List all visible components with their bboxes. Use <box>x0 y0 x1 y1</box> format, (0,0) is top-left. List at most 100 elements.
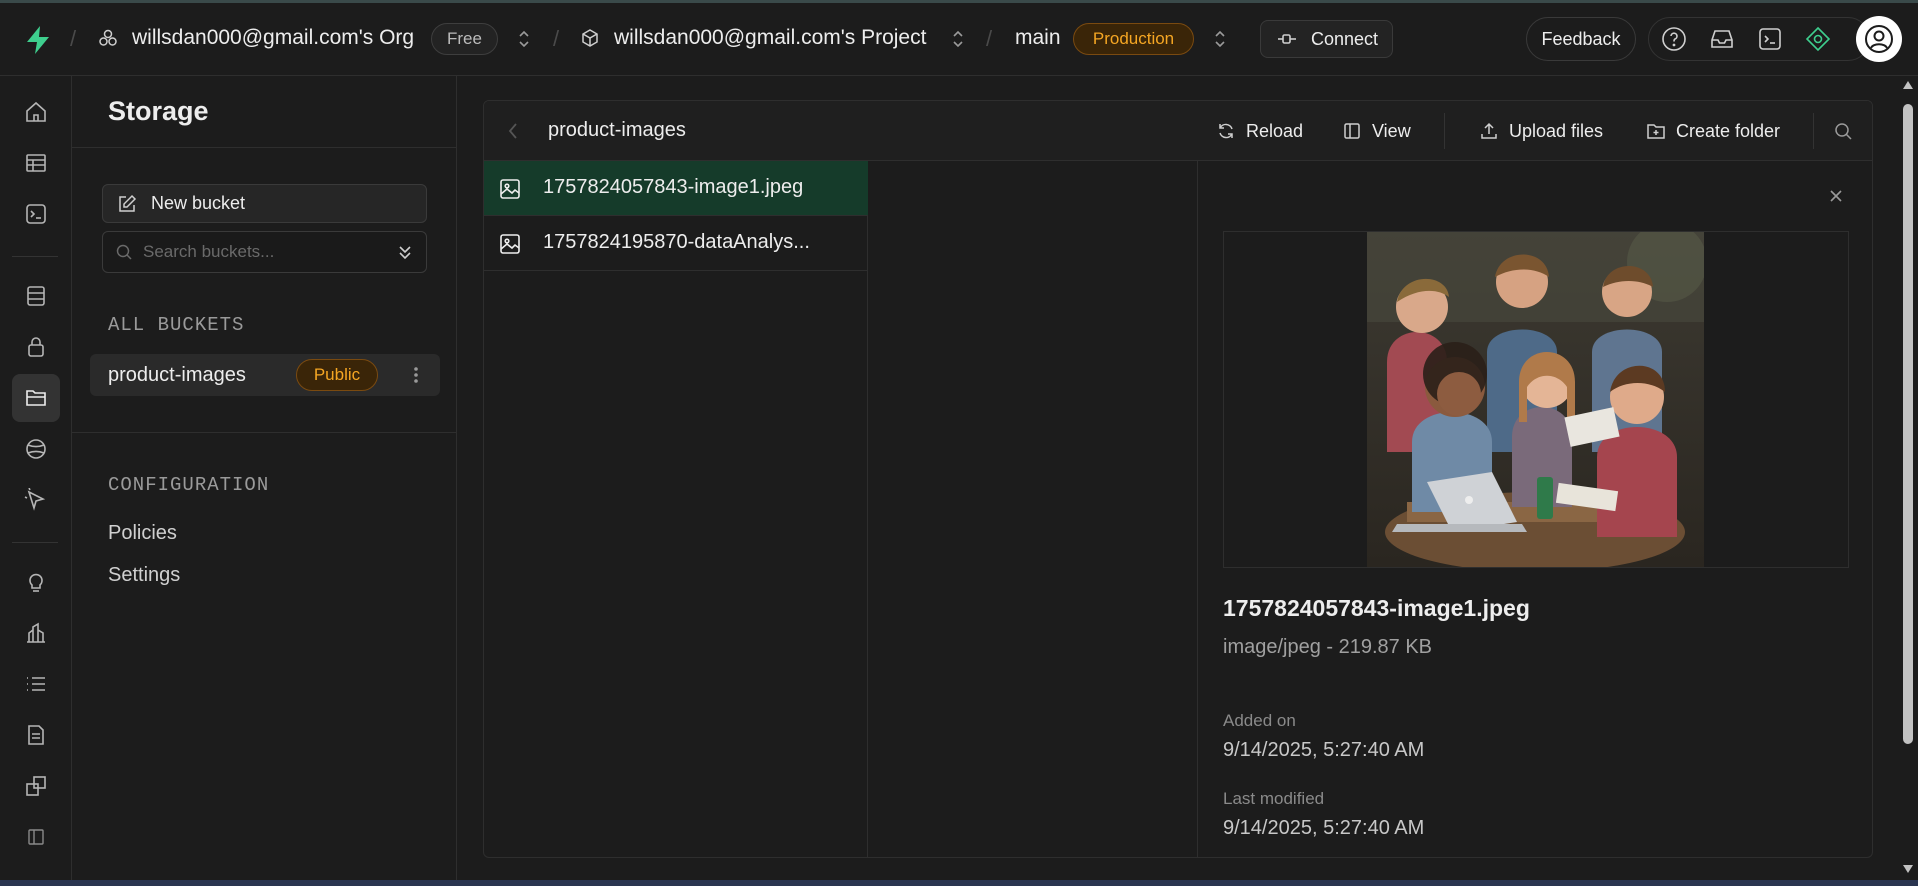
create-folder-label: Create folder <box>1676 120 1781 141</box>
upload-files-button[interactable]: Upload files <box>1479 116 1603 146</box>
branch-name[interactable]: main <box>1015 26 1061 50</box>
help-icon[interactable] <box>1661 26 1687 52</box>
create-folder-button[interactable]: Create folder <box>1646 116 1780 146</box>
plug-icon <box>1278 34 1296 44</box>
reload-label: Reload <box>1246 120 1304 141</box>
last-modified-label: Last modified <box>1223 789 1325 808</box>
policies-link[interactable]: Policies <box>108 522 177 545</box>
preview-file-name: 1757824057843-image1.jpeg <box>1223 595 1530 621</box>
preview-file-meta: image/jpeg - 219.87 KB <box>1223 636 1433 658</box>
public-badge: Public <box>296 359 378 391</box>
settings-link[interactable]: Settings <box>108 564 180 587</box>
file-preview-panel: 1757824057843-image1.jpeg image/jpeg - 2… <box>1198 161 1872 857</box>
branch-switcher-chevron-icon[interactable] <box>1213 28 1227 50</box>
advisor-icon[interactable] <box>1805 26 1831 52</box>
folder-plus-icon <box>1647 124 1665 139</box>
user-avatar[interactable] <box>1856 16 1902 62</box>
view-label: View <box>1372 120 1411 141</box>
all-buckets-heading: ALL BUCKETS <box>108 314 245 336</box>
project-name[interactable]: willsdan000@gmail.com's Project <box>614 26 926 50</box>
settings-icon[interactable] <box>12 813 60 861</box>
breadcrumb-separator: / <box>70 26 77 51</box>
terminal-icon[interactable] <box>1757 26 1783 52</box>
file-column: 1757824057843-image1.jpeg 1757824195870-… <box>484 161 868 857</box>
user-icon <box>1865 25 1893 53</box>
preview-image <box>1367 232 1704 567</box>
integrations-icon[interactable] <box>12 762 60 810</box>
bucket-item[interactable]: product-images Public <box>90 354 440 396</box>
org-name[interactable]: willsdan000@gmail.com's Org <box>132 26 414 50</box>
divider <box>72 147 457 148</box>
divider <box>72 432 457 433</box>
supabase-logo-icon[interactable] <box>24 25 52 55</box>
inbox-icon[interactable] <box>1709 26 1735 52</box>
breadcrumb-separator: / <box>986 26 993 51</box>
edge-functions-icon[interactable] <box>12 476 60 524</box>
file-name: 1757824057843-image1.jpeg <box>543 176 804 198</box>
top-bar: / willsdan000@gmail.com's Org Free / wil… <box>0 0 1918 76</box>
configuration-heading: CONFIGURATION <box>108 474 270 496</box>
image-preview-frame <box>1223 231 1849 568</box>
toolbar-divider <box>1813 113 1814 149</box>
upload-icon <box>1481 122 1497 139</box>
reload-icon <box>1219 123 1233 139</box>
project-switcher-chevron-icon[interactable] <box>951 28 965 50</box>
icon-rail <box>0 76 72 886</box>
table-editor-icon[interactable] <box>12 139 60 187</box>
new-bucket-label: New bucket <box>151 193 246 213</box>
view-button[interactable]: View <box>1342 116 1411 146</box>
project-icon <box>582 29 598 47</box>
image-file-icon <box>500 179 520 199</box>
environment-badge: Production <box>1073 23 1194 55</box>
rail-divider <box>12 256 58 257</box>
sidebar-title: Storage <box>108 96 209 126</box>
reports-icon[interactable] <box>12 609 60 657</box>
sql-editor-icon[interactable] <box>12 190 60 238</box>
advisors-icon[interactable] <box>12 558 60 606</box>
columns-icon <box>1344 123 1360 139</box>
edit-icon <box>119 194 137 212</box>
auth-icon[interactable] <box>12 323 60 371</box>
scroll-up-arrow-icon[interactable] <box>1902 80 1914 90</box>
close-icon[interactable] <box>1826 186 1846 206</box>
feedback-button[interactable]: Feedback <box>1526 17 1636 61</box>
image-file-icon <box>500 234 520 254</box>
file-explorer: product-images Reload View Upload files … <box>483 100 1873 858</box>
file-row[interactable]: 1757824057843-image1.jpeg <box>484 161 868 216</box>
upload-files-label: Upload files <box>1509 120 1604 141</box>
back-chevron-icon[interactable] <box>506 121 520 141</box>
page-scrollbar[interactable] <box>1898 76 1918 886</box>
scroll-thumb[interactable] <box>1903 104 1913 744</box>
storage-icon[interactable] <box>12 374 60 422</box>
reload-button[interactable]: Reload <box>1216 116 1303 146</box>
search-icon[interactable] <box>1833 121 1853 141</box>
sort-chevrons-icon[interactable] <box>396 243 414 261</box>
plan-badge: Free <box>431 23 498 55</box>
search-buckets-field[interactable] <box>102 231 427 273</box>
new-bucket-button[interactable]: New bucket <box>102 184 427 223</box>
realtime-icon[interactable] <box>12 425 60 473</box>
rail-divider <box>12 542 58 543</box>
file-row[interactable]: 1757824195870-dataAnalys... <box>484 216 868 271</box>
toolbar-divider <box>1444 113 1445 149</box>
scroll-down-arrow-icon[interactable] <box>1902 864 1914 874</box>
search-buckets-input[interactable] <box>143 242 383 262</box>
connect-button[interactable]: Connect <box>1260 20 1393 58</box>
storage-sidebar: Storage New bucket ALL BUCKETS product-i… <box>72 76 457 886</box>
file-name: 1757824195870-dataAnalys... <box>543 231 810 253</box>
api-docs-icon[interactable] <box>12 711 60 759</box>
added-on-label: Added on <box>1223 711 1296 730</box>
logs-icon[interactable] <box>12 660 60 708</box>
org-switcher-chevron-icon[interactable] <box>517 28 531 50</box>
database-icon[interactable] <box>12 272 60 320</box>
connect-label: Connect <box>1311 28 1379 49</box>
added-on-value: 9/14/2025, 5:27:40 AM <box>1223 739 1425 761</box>
explorer-header: product-images Reload View Upload files … <box>484 101 1872 161</box>
more-options-icon[interactable] <box>408 364 424 386</box>
search-icon <box>116 244 132 260</box>
last-modified-value: 9/14/2025, 5:27:40 AM <box>1223 817 1425 839</box>
bucket-name: product-images <box>108 363 246 386</box>
home-icon[interactable] <box>12 88 60 136</box>
taskbar-edge <box>0 880 1918 886</box>
empty-column <box>868 161 1198 857</box>
